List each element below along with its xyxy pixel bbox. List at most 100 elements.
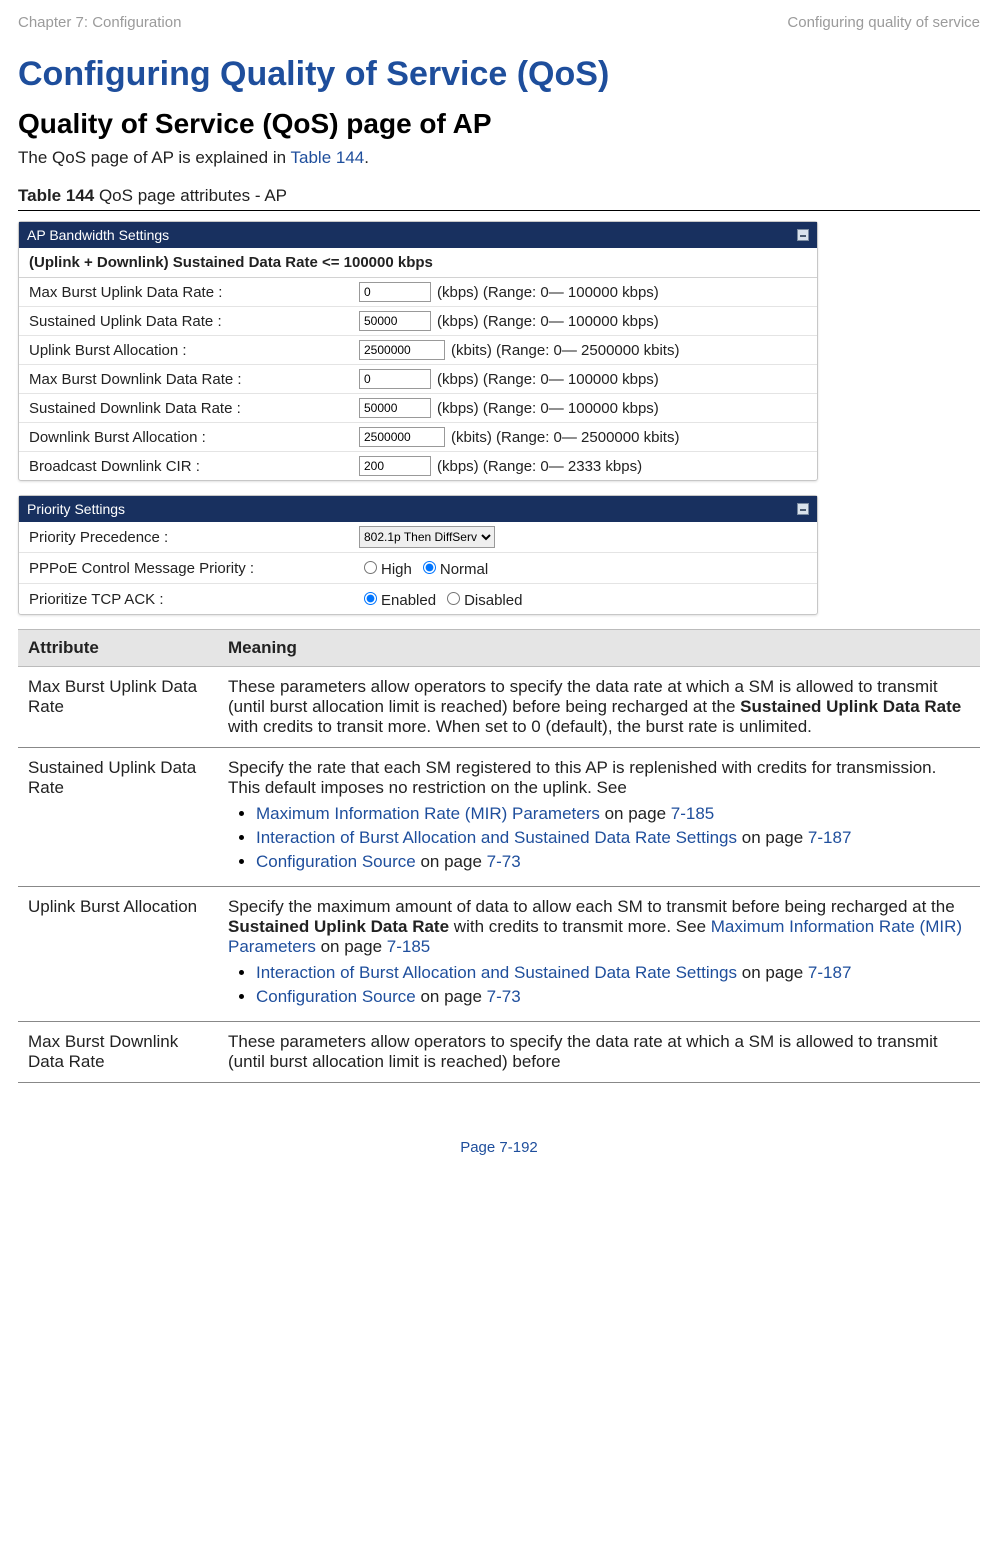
table-row: Uplink Burst Allocation Specify the maxi… [18, 887, 980, 1022]
pppoe-priority-row: PPPoE Control Message Priority : High No… [19, 553, 817, 584]
page-ref-link[interactable]: 7-73 [487, 987, 521, 1006]
intro-link[interactable]: Table 144 [291, 148, 365, 167]
radio-input[interactable] [423, 561, 436, 574]
tcp-ack-row: Prioritize TCP ACK : Enabled Disabled [19, 584, 817, 614]
value-suffix: (kbps) (Range: 0— 100000 kbps) [437, 313, 659, 330]
value-input[interactable] [359, 311, 431, 331]
cross-ref-link[interactable]: Configuration Source [256, 987, 416, 1006]
radio-input[interactable] [447, 592, 460, 605]
header-left: Chapter 7: Configuration [18, 14, 181, 31]
th-meaning: Meaning [218, 630, 980, 667]
table-row: Max Burst Downlink Data Rate These param… [18, 1022, 980, 1083]
row-label: Sustained Downlink Data Rate : [29, 400, 359, 417]
value-suffix: (kbits) (Range: 0— 2500000 kbits) [451, 429, 679, 446]
radio-label: Enabled [381, 592, 436, 609]
attr-meaning: Specify the maximum amount of data to al… [218, 887, 980, 1022]
panel-header: AP Bandwidth Settings [19, 222, 817, 248]
text: with credits to transmit more. See [449, 917, 711, 936]
text: Specify the maximum amount of data to al… [228, 897, 955, 916]
list-item: Interaction of Burst Allocation and Sust… [256, 963, 970, 983]
attr-meaning: These parameters allow operators to spec… [218, 667, 980, 748]
pppoe-high-option[interactable]: High [359, 557, 412, 579]
row-label: Max Burst Uplink Data Rate : [29, 284, 359, 301]
collapse-icon[interactable] [797, 503, 809, 515]
radio-label: Normal [440, 561, 488, 578]
bandwidth-row: Downlink Burst Allocation :(kbits) (Rang… [19, 423, 817, 452]
text: on page [416, 987, 487, 1006]
page-ref-link[interactable]: 7-73 [487, 852, 521, 871]
cross-ref-link[interactable]: Maximum Information Rate (MIR) Parameter… [256, 804, 600, 823]
attr-meaning: Specify the rate that each SM registered… [218, 748, 980, 887]
intro-pre: The QoS page of AP is explained in [18, 148, 291, 167]
panel-subheader: (Uplink + Downlink) Sustained Data Rate … [19, 248, 817, 278]
text: on page [416, 852, 487, 871]
value-input[interactable] [359, 340, 445, 360]
row-label: Prioritize TCP ACK : [29, 591, 359, 608]
page-ref-link[interactable]: 7-187 [808, 963, 851, 982]
attr-name: Sustained Uplink Data Rate [18, 748, 218, 887]
ap-bandwidth-panel: AP Bandwidth Settings (Uplink + Downlink… [18, 221, 818, 481]
list-item: Configuration Source on page 7-73 [256, 852, 970, 872]
attr-name: Max Burst Downlink Data Rate [18, 1022, 218, 1083]
attr-name: Max Burst Uplink Data Rate [18, 667, 218, 748]
value-suffix: (kbps) (Range: 0— 100000 kbps) [437, 400, 659, 417]
table-caption: Table 144 QoS page attributes - AP [18, 186, 980, 206]
panel-header: Priority Settings [19, 496, 817, 522]
page-ref-link[interactable]: 7-185 [671, 804, 714, 823]
row-label: Max Burst Downlink Data Rate : [29, 371, 359, 388]
value-suffix: (kbps) (Range: 0— 100000 kbps) [437, 284, 659, 301]
radio-input[interactable] [364, 561, 377, 574]
page-title: Configuring Quality of Service (QoS) [18, 55, 980, 94]
priority-precedence-select[interactable]: 802.1p Then DiffServ [359, 526, 495, 548]
radio-label: High [381, 561, 412, 578]
collapse-icon[interactable] [797, 229, 809, 241]
subheader-bold: kbps [398, 254, 433, 271]
priority-precedence-row: Priority Precedence : 802.1p Then DiffSe… [19, 522, 817, 553]
list-item: Interaction of Burst Allocation and Sust… [256, 828, 970, 848]
value-suffix: (kbps) (Range: 0— 100000 kbps) [437, 371, 659, 388]
value-suffix: (kbits) (Range: 0— 2500000 kbits) [451, 342, 679, 359]
priority-settings-panel: Priority Settings Priority Precedence : … [18, 495, 818, 615]
row-label: Priority Precedence : [29, 529, 359, 546]
table-row: Sustained Uplink Data Rate Specify the r… [18, 748, 980, 887]
bandwidth-row: Uplink Burst Allocation : (kbits) (Range:… [19, 336, 817, 365]
pppoe-normal-option[interactable]: Normal [418, 557, 488, 579]
bandwidth-row: Sustained Uplink Data Rate : (kbps) (Rang… [19, 307, 817, 336]
cross-ref-link[interactable]: Interaction of Burst Allocation and Sust… [256, 963, 737, 982]
intro-post: . [364, 148, 369, 167]
row-label: PPPoE Control Message Priority : [29, 560, 359, 577]
page-ref-link[interactable]: 7-187 [808, 828, 851, 847]
text: on page [600, 804, 671, 823]
table-row: Max Burst Uplink Data Rate These paramet… [18, 667, 980, 748]
intro-text: The QoS page of AP is explained in Table… [18, 148, 980, 168]
text: on page [737, 828, 808, 847]
value-input[interactable] [359, 282, 431, 302]
row-label: Uplink Burst Allocation : [29, 342, 359, 359]
bandwidth-row: Broadcast Downlink CIR : (kbps) (Range: 0… [19, 452, 817, 480]
th-attribute: Attribute [18, 630, 218, 667]
radio-input[interactable] [364, 592, 377, 605]
tcpack-enabled-option[interactable]: Enabled [359, 588, 436, 610]
doc-list: Maximum Information Rate (MIR) Parameter… [228, 804, 970, 872]
caption-rule [18, 210, 980, 211]
bold-term: Sustained Uplink Data Rate [740, 697, 961, 716]
header-right: Configuring quality of service [787, 14, 980, 31]
doc-list: Interaction of Burst Allocation and Sust… [228, 963, 970, 1007]
page-ref-link[interactable]: 7-185 [387, 937, 430, 956]
attr-name: Uplink Burst Allocation [18, 887, 218, 1022]
value-input[interactable] [359, 398, 431, 418]
cross-ref-link[interactable]: Configuration Source [256, 852, 416, 871]
value-suffix: (kbps) (Range: 0— 2333 kbps) [437, 458, 642, 475]
bandwidth-row: Max Burst Downlink Data Rate : (kbps) (Ra… [19, 365, 817, 394]
bandwidth-row: Sustained Downlink Data Rate : (kbps) (Ra… [19, 394, 817, 423]
cross-ref-link[interactable]: Interaction of Burst Allocation and Sust… [256, 828, 737, 847]
row-label: Broadcast Downlink CIR : [29, 458, 359, 475]
value-input[interactable] [359, 427, 445, 447]
tcpack-disabled-option[interactable]: Disabled [442, 588, 522, 610]
row-label: Sustained Uplink Data Rate : [29, 313, 359, 330]
panel-header-text: AP Bandwidth Settings [27, 227, 169, 243]
attribute-table: Attribute Meaning Max Burst Uplink Data … [18, 629, 980, 1083]
value-input[interactable] [359, 456, 431, 476]
page-header: Chapter 7: Configuration Configuring qua… [18, 14, 980, 31]
value-input[interactable] [359, 369, 431, 389]
